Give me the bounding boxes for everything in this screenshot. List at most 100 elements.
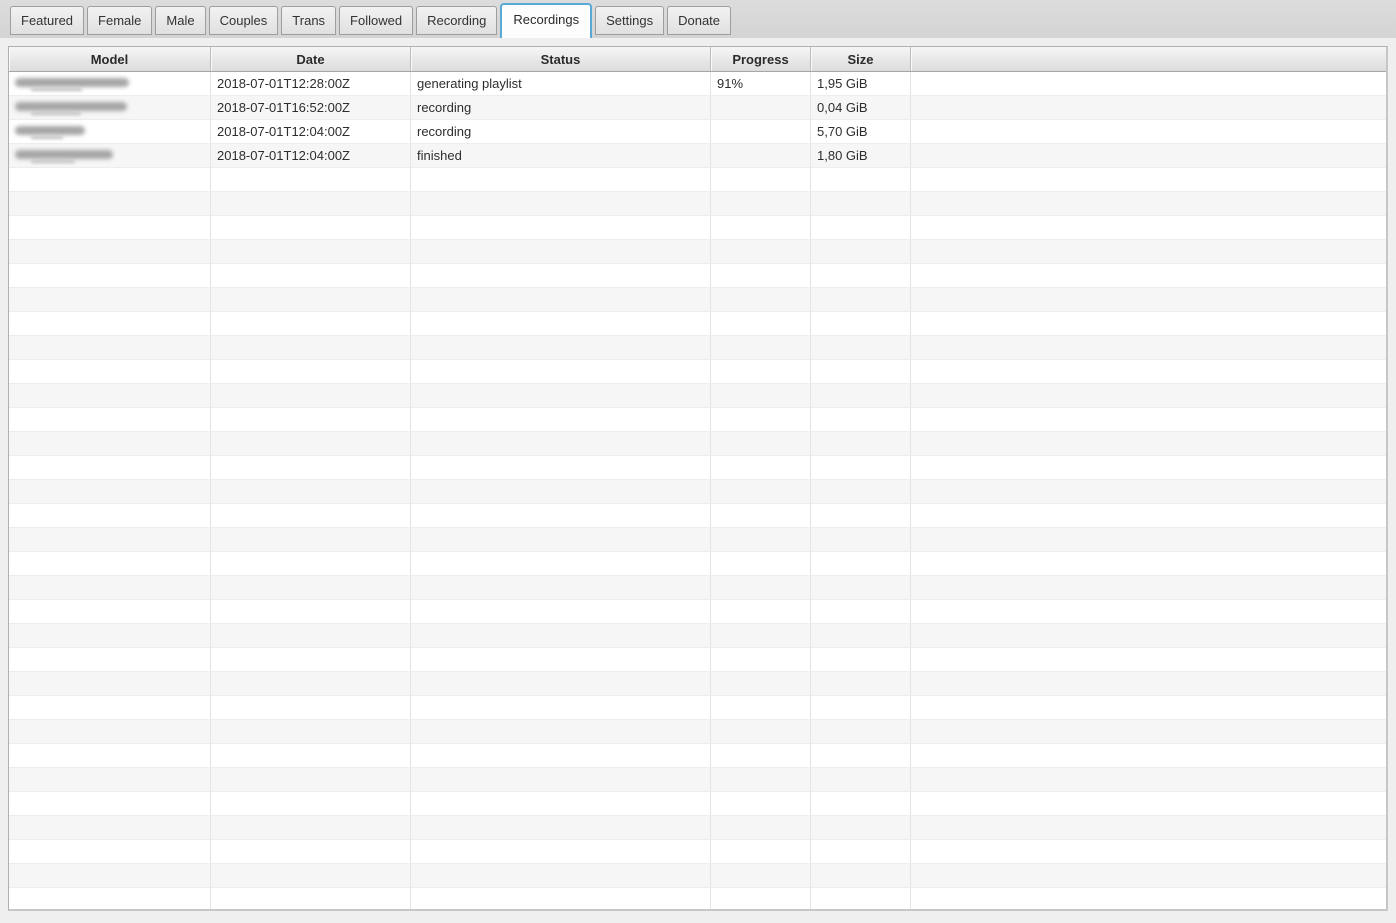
cell-date [211, 672, 411, 695]
cell-status [411, 816, 711, 839]
table-row-empty[interactable] [9, 600, 1386, 624]
table-row-empty[interactable] [9, 648, 1386, 672]
cell-status: recording [411, 96, 711, 119]
cell-filler [911, 528, 1386, 551]
recordings-table: Model Date Status Progress Size 2018-07-… [8, 46, 1388, 911]
column-header-status[interactable]: Status [411, 47, 711, 71]
table-row[interactable]: 2018-07-01T12:04:00Z finished 1,80 GiB [9, 144, 1386, 168]
table-row-empty[interactable] [9, 840, 1386, 864]
table-row-empty[interactable] [9, 192, 1386, 216]
table-row-empty[interactable] [9, 264, 1386, 288]
table-row-empty[interactable] [9, 480, 1386, 504]
tab-male[interactable]: Male [155, 6, 206, 35]
table-row[interactable]: 2018-07-01T16:52:00Z recording 0,04 GiB [9, 96, 1386, 120]
table-row-empty[interactable] [9, 864, 1386, 888]
table-row-empty[interactable] [9, 528, 1386, 552]
tab-recordings[interactable]: Recordings [500, 3, 593, 38]
column-header-model[interactable]: Model [9, 47, 211, 71]
cell-filler [911, 504, 1386, 527]
cell-size [811, 792, 911, 815]
table-row-empty[interactable] [9, 888, 1386, 909]
redaction-smudge [31, 136, 63, 139]
tab-featured[interactable]: Featured [10, 6, 85, 35]
table-row-empty[interactable] [9, 384, 1386, 408]
cell-status [411, 504, 711, 527]
cell-filler [911, 744, 1386, 767]
cell-model [9, 672, 211, 695]
column-header-size[interactable]: Size [811, 47, 911, 71]
table-row-empty[interactable] [9, 816, 1386, 840]
table-row-empty[interactable] [9, 312, 1386, 336]
cell-status [411, 768, 711, 791]
cell-status [411, 384, 711, 407]
cell-progress [711, 600, 811, 623]
tab-settings[interactable]: Settings [595, 6, 665, 35]
cell-filler [911, 432, 1386, 455]
cell-status [411, 408, 711, 431]
cell-date [211, 336, 411, 359]
cell-status: recording [411, 120, 711, 143]
cell-model [9, 96, 211, 119]
table-row-empty[interactable] [9, 768, 1386, 792]
table-row-empty[interactable] [9, 408, 1386, 432]
tab-trans[interactable]: Trans [281, 6, 337, 35]
column-header-date[interactable]: Date [211, 47, 411, 71]
cell-progress [711, 432, 811, 455]
cell-status [411, 360, 711, 383]
cell-progress [711, 168, 811, 191]
cell-progress [711, 264, 811, 287]
table-row-empty[interactable] [9, 360, 1386, 384]
cell-status [411, 432, 711, 455]
cell-model [9, 216, 211, 239]
table-row-empty[interactable] [9, 456, 1386, 480]
table-row-empty[interactable] [9, 696, 1386, 720]
table-row-empty[interactable] [9, 168, 1386, 192]
tab-couples[interactable]: Couples [208, 6, 279, 35]
cell-progress [711, 816, 811, 839]
cell-filler [911, 312, 1386, 335]
tab-followed[interactable]: Followed [339, 6, 414, 35]
table-row-empty[interactable] [9, 432, 1386, 456]
table-row-empty[interactable] [9, 216, 1386, 240]
cell-progress [711, 648, 811, 671]
cell-filler [911, 864, 1386, 887]
table-row-empty[interactable] [9, 576, 1386, 600]
cell-progress [711, 672, 811, 695]
tab-female[interactable]: Female [87, 6, 153, 35]
table-row-empty[interactable] [9, 720, 1386, 744]
table-row-empty[interactable] [9, 744, 1386, 768]
cell-progress [711, 792, 811, 815]
cell-date [211, 696, 411, 719]
table-row-empty[interactable] [9, 288, 1386, 312]
cell-status [411, 744, 711, 767]
column-header-progress[interactable]: Progress [711, 47, 811, 71]
tab-recording[interactable]: Recording [416, 6, 498, 35]
table-row-empty[interactable] [9, 504, 1386, 528]
cell-filler [911, 792, 1386, 815]
table-row-empty[interactable] [9, 240, 1386, 264]
table-row[interactable]: 2018-07-01T12:28:00Z generating playlist 9… [9, 72, 1386, 96]
cell-date [211, 216, 411, 239]
cell-date [211, 528, 411, 551]
table-row-empty[interactable] [9, 672, 1386, 696]
cell-size [811, 312, 911, 335]
cell-date [211, 504, 411, 527]
redacted-model-name [15, 78, 129, 91]
cell-progress [711, 504, 811, 527]
tab-donate[interactable]: Donate [667, 6, 732, 35]
table-row-empty[interactable] [9, 792, 1386, 816]
cell-filler [911, 168, 1386, 191]
cell-model [9, 768, 211, 791]
cell-status [411, 624, 711, 647]
cell-model [9, 408, 211, 431]
cell-filler [911, 192, 1386, 215]
table-row-empty[interactable] [9, 336, 1386, 360]
table-row-empty[interactable] [9, 624, 1386, 648]
cell-model [9, 288, 211, 311]
cell-date [211, 384, 411, 407]
cell-status [411, 792, 711, 815]
redaction-blur [15, 102, 127, 111]
table-row[interactable]: 2018-07-01T12:04:00Z recording 5,70 GiB [9, 120, 1386, 144]
cell-size [811, 696, 911, 719]
table-row-empty[interactable] [9, 552, 1386, 576]
